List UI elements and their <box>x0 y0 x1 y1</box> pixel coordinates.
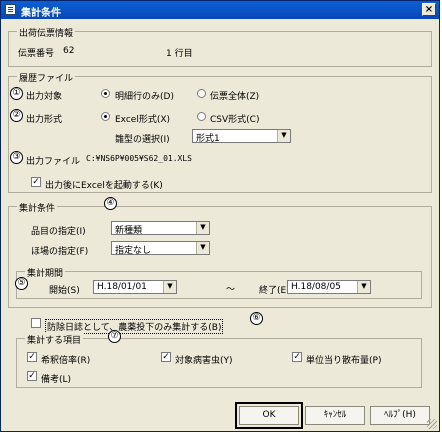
target-pest-label[interactable]: 対象病害虫(Y) <box>175 353 233 366</box>
launch-excel-label[interactable]: 出力後にExcelを起動する(K) <box>45 178 163 191</box>
remarks-checkbox[interactable]: ✓ <box>27 371 37 381</box>
pesticide-only-label[interactable]: 防除日誌として、農薬投下のみ集計する(B) <box>45 319 224 334</box>
dilution-label[interactable]: 希釈倍率(R) <box>41 353 90 366</box>
period-tilde: 〜 <box>226 285 236 295</box>
slip-number-value: 62 <box>63 46 75 56</box>
format-excel-label[interactable]: Excel形式(X) <box>115 112 170 125</box>
format-excel-radio[interactable] <box>101 112 110 121</box>
item-value: 新種類 <box>115 226 143 236</box>
output-file-path: C:¥NS6P¥005¥S62_01.XLS <box>86 154 192 163</box>
format-csv-label[interactable]: CSV形式(C) <box>210 112 259 125</box>
remarks-label[interactable]: 備考(L) <box>41 372 71 385</box>
window-title: 集計条件 <box>21 8 61 19</box>
aggregate-legend: 集計条件 <box>17 201 58 214</box>
resize-grip-icon[interactable] <box>427 419 437 429</box>
history-legend: 履歴ファイル <box>17 71 76 84</box>
slip-number-label: 伝票番号 <box>18 49 55 59</box>
items-legend: 集計する項目 <box>25 333 84 346</box>
field-select[interactable]: 指定なし ▼ <box>111 241 210 256</box>
end-date-select[interactable]: H.18/08/05 ▼ <box>287 280 371 294</box>
chevron-down-icon[interactable]: ▼ <box>163 281 176 293</box>
item-select[interactable]: 新種類 ▼ <box>111 221 210 236</box>
dilution-checkbox[interactable]: ✓ <box>27 352 37 362</box>
start-label: 開始(S) <box>49 286 80 296</box>
period-legend: 集計期間 <box>25 266 66 279</box>
annotation-7: ⑦ <box>108 330 121 343</box>
chevron-down-icon[interactable]: ▼ <box>357 281 370 293</box>
target-whole-radio[interactable] <box>197 89 206 98</box>
template-select[interactable]: 形式1 ▼ <box>192 129 291 144</box>
spray-amount-checkbox[interactable]: ✓ <box>292 352 302 362</box>
annotation-3: ③ <box>10 151 23 164</box>
annotation-6: ⑥ <box>250 312 263 325</box>
field-value: 指定なし <box>115 246 152 256</box>
format-csv-radio[interactable] <box>197 112 206 121</box>
annotation-4: ④ <box>104 197 117 210</box>
shipment-legend: 出荷伝票情報 <box>17 26 76 39</box>
annotation-1: ① <box>10 87 23 100</box>
template-value: 形式1 <box>196 134 220 144</box>
chevron-down-icon[interactable]: ▼ <box>196 222 209 234</box>
item-spec-label: 品目の指定(I) <box>31 227 86 237</box>
pesticide-only-checkbox[interactable] <box>31 318 41 328</box>
template-label: 雛型の選択(I) <box>115 135 170 145</box>
app-icon <box>5 4 16 15</box>
chevron-down-icon[interactable]: ▼ <box>196 242 209 254</box>
target-pest-checkbox[interactable]: ✓ <box>161 352 171 362</box>
output-format-label: 出力形式 <box>26 115 63 125</box>
ok-button[interactable]: OK <box>235 402 303 429</box>
chevron-down-icon[interactable]: ▼ <box>277 130 290 142</box>
end-label: 終了(E) <box>259 286 290 296</box>
close-button[interactable]: × <box>422 3 436 16</box>
title-bar[interactable]: 集計条件 × <box>1 1 439 19</box>
field-spec-label: ほ場の指定(F) <box>31 247 89 257</box>
target-detail-label[interactable]: 明細行のみ(D) <box>115 89 174 102</box>
target-detail-radio[interactable] <box>101 89 110 98</box>
spray-amount-label[interactable]: 単位当り散布量(P) <box>306 353 381 366</box>
output-target-label: 出力対象 <box>26 92 63 102</box>
annotation-5: ⑤ <box>15 277 28 290</box>
target-whole-label[interactable]: 伝票全体(Z) <box>210 89 259 102</box>
dialog-window: 集計条件 × 出荷伝票情報 伝票番号 62 1 行目 履歴ファイル ① 出力対象… <box>0 0 440 432</box>
launch-excel-checkbox[interactable]: ✓ <box>31 177 41 187</box>
help-button[interactable]: ﾍﾙﾌﾟ(H) <box>370 406 430 425</box>
annotation-2: ② <box>10 109 23 122</box>
output-file-label: 出力ファイル <box>26 157 81 167</box>
start-date-value: H.18/01/01 <box>97 282 147 292</box>
end-date-value: H.18/08/05 <box>291 282 341 292</box>
line-info: 1 行目 <box>166 49 193 59</box>
cancel-button[interactable]: ｷｬﾝｾﾙ <box>305 406 365 425</box>
start-date-select[interactable]: H.18/01/01 ▼ <box>93 280 177 294</box>
